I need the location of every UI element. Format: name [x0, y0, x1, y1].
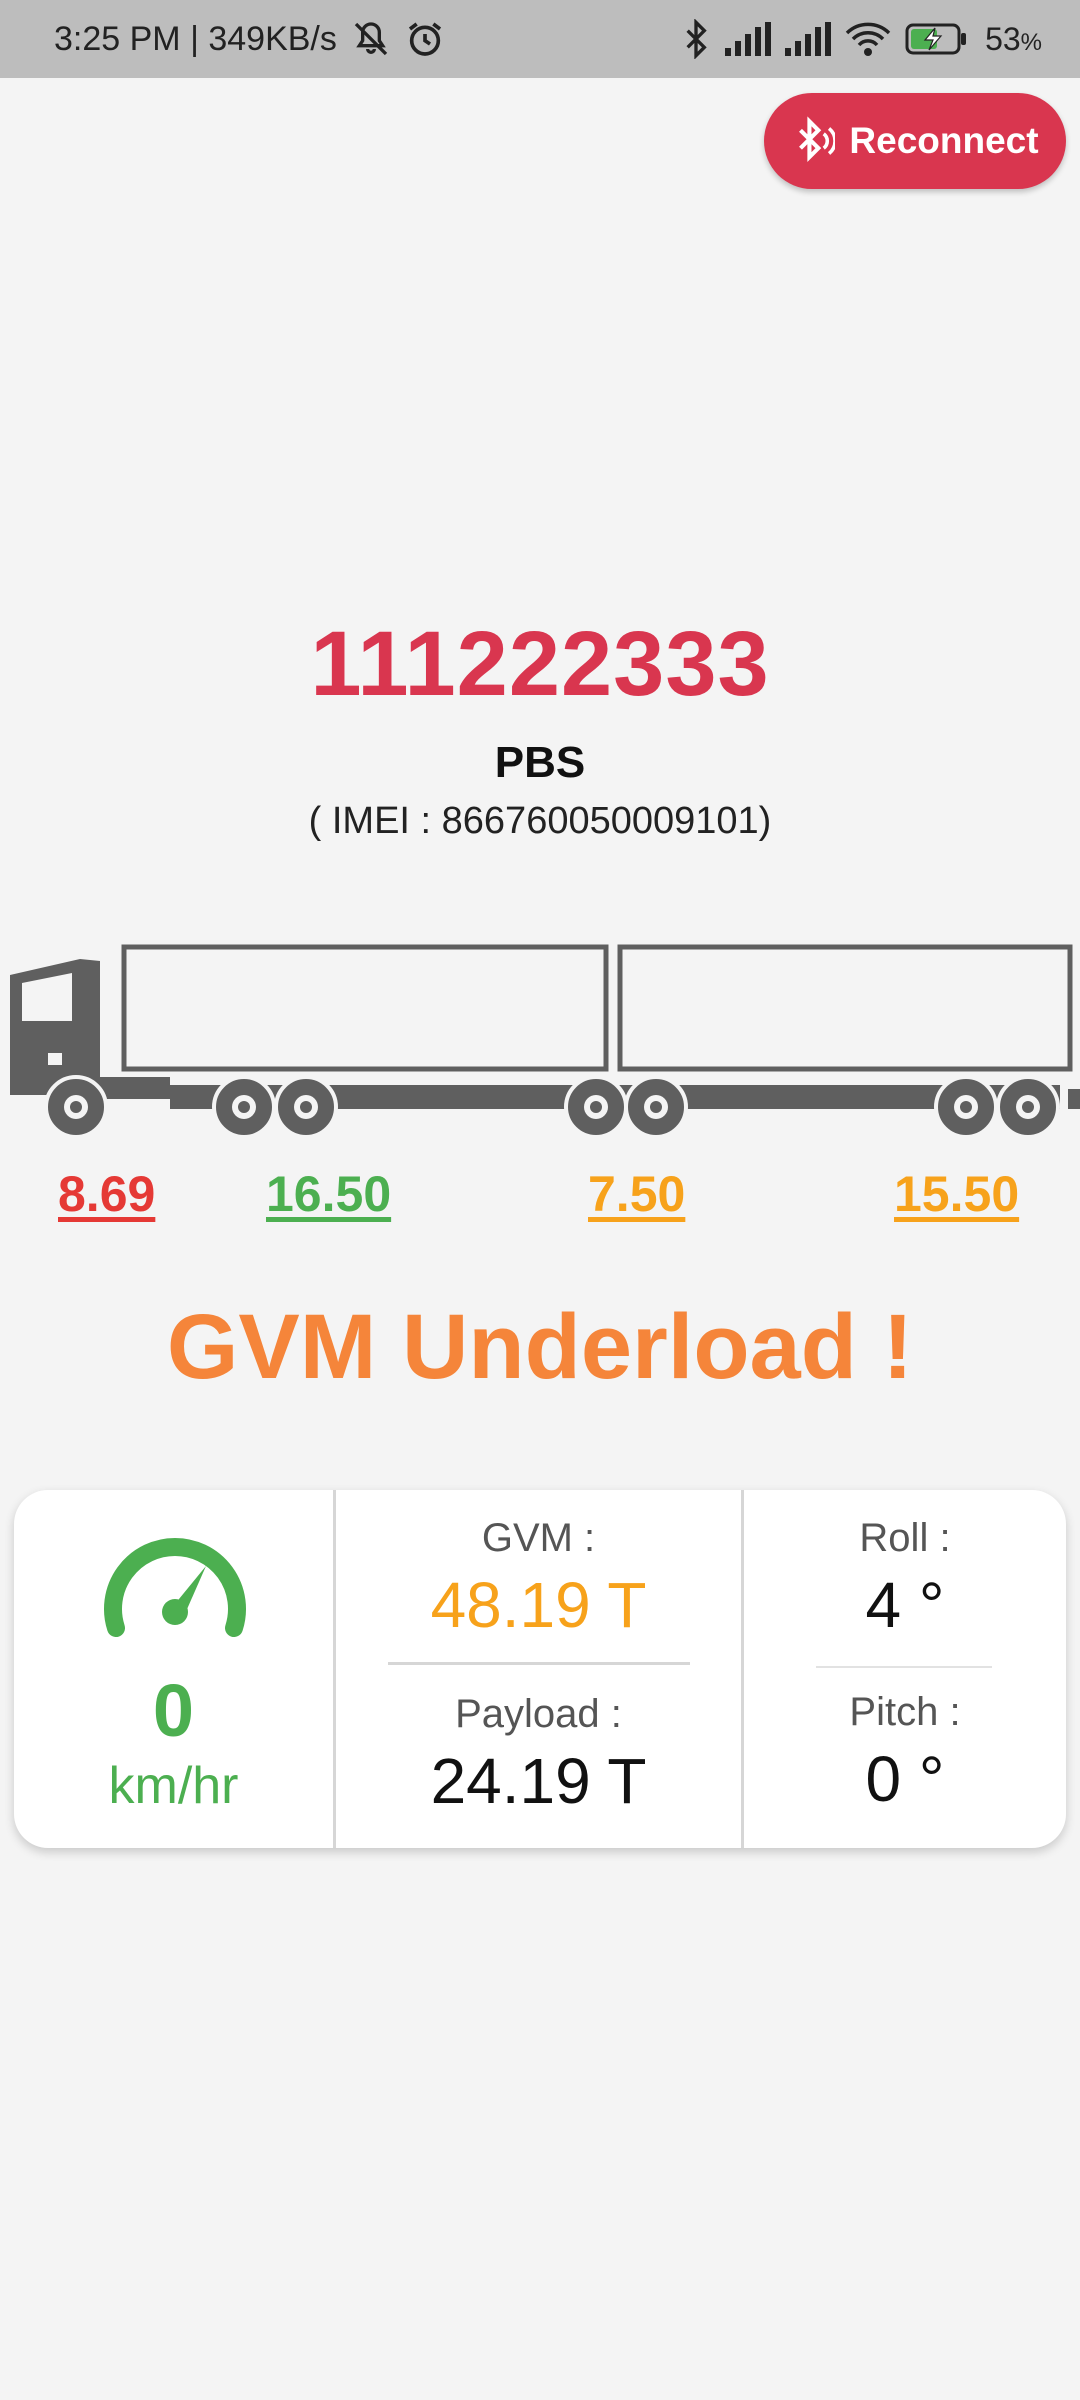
- axle-weight-trailer-2[interactable]: 15.50: [894, 1165, 1019, 1223]
- vehicle-id: 111222333: [310, 613, 770, 715]
- weight-panel: GVM : 48.19 T Payload : 24.19 T: [336, 1490, 744, 1848]
- axle-weight-steer[interactable]: 8.69: [58, 1165, 155, 1223]
- signal-icon: [785, 22, 832, 56]
- trailer-2: [617, 944, 1073, 1072]
- roll-label: Roll :: [859, 1516, 951, 1560]
- speed-panel: 0 km/hr: [14, 1490, 336, 1848]
- axle-weight-trailer-1[interactable]: 7.50: [588, 1165, 685, 1223]
- bluetooth-icon: [681, 19, 711, 59]
- speedometer-icon: [104, 1537, 246, 1637]
- payload-label: Payload :: [455, 1692, 622, 1736]
- payload-value: 24.19 T: [430, 1745, 647, 1817]
- wifi-icon: [845, 21, 891, 57]
- battery-charging-icon: [905, 22, 967, 56]
- speed-value: 0: [152, 1669, 195, 1752]
- alarm-icon: [405, 19, 445, 59]
- pitch-label: Pitch :: [849, 1690, 961, 1734]
- reconnect-button[interactable]: Reconnect: [764, 93, 1066, 189]
- bluetooth-connect-icon: [791, 116, 836, 166]
- status-bar: 3:25 PM | 349KB/s 53%: [0, 0, 1080, 78]
- axle-weight-drive[interactable]: 16.50: [266, 1165, 391, 1223]
- mute-icon: [351, 19, 391, 59]
- reconnect-label: Reconnect: [849, 120, 1039, 161]
- tilt-panel: Roll : 4 ° Pitch : 0 °: [744, 1490, 1066, 1848]
- gvm-label: GVM :: [481, 1516, 596, 1560]
- vehicle-imei: ( IMEI : 866760050009101): [308, 800, 772, 842]
- gvm-alert: GVM Underload !: [166, 1296, 914, 1398]
- battery-unit: %: [1020, 28, 1042, 56]
- truck-diagram: [10, 944, 1080, 1139]
- trailer-1: [121, 944, 609, 1072]
- speed-unit: km/hr: [108, 1757, 239, 1815]
- vehicle-type: PBS: [494, 738, 586, 787]
- metrics-card: 0 km/hr GVM : 48.19 T Payload : 24.19 T …: [14, 1490, 1066, 1848]
- roll-value: 4 °: [865, 1569, 945, 1641]
- divider: [388, 1662, 690, 1665]
- gvm-value: 48.19 T: [430, 1569, 647, 1641]
- battery-percent: 53: [985, 20, 1021, 57]
- signal-icon: [725, 22, 772, 56]
- status-time-speed: 3:25 PM | 349KB/s: [54, 19, 337, 58]
- pitch-value: 0 °: [865, 1743, 945, 1815]
- divider: [816, 1666, 992, 1668]
